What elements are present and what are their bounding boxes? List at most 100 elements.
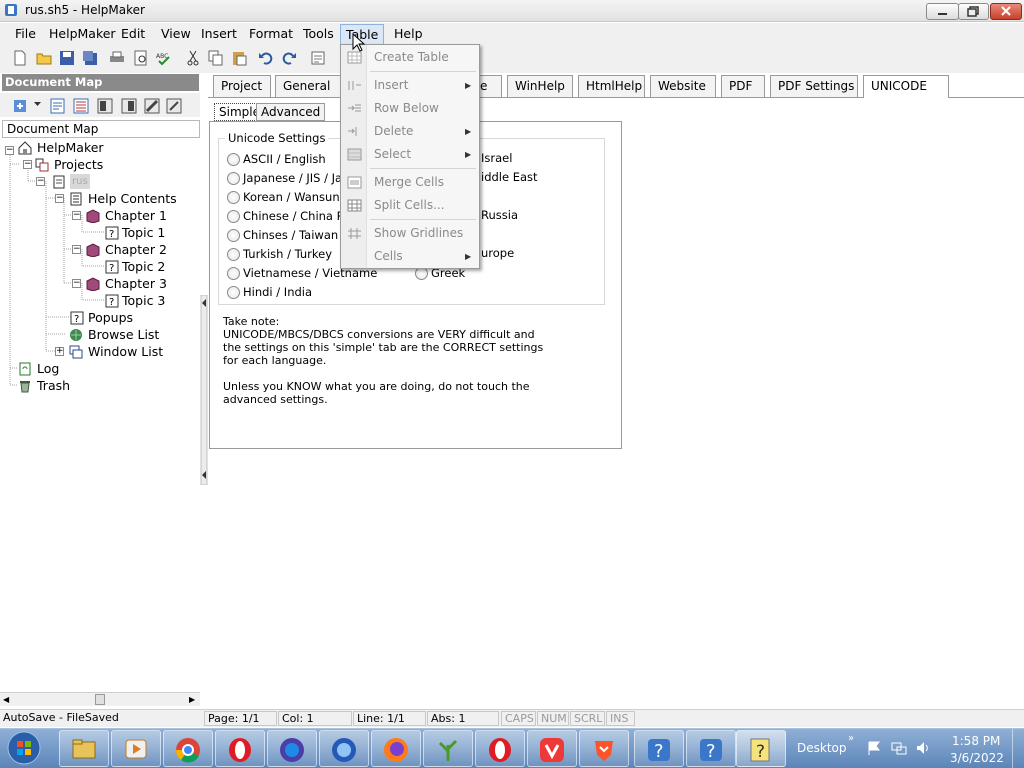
- opera-gx-icon[interactable]: [475, 730, 525, 767]
- option-israel-label[interactable]: Israel: [481, 151, 512, 165]
- clock-date[interactable]: 3/6/2022: [950, 751, 1004, 765]
- save-icon[interactable]: [59, 50, 75, 66]
- tree-item-helpmaker[interactable]: HelpMaker: [37, 139, 104, 156]
- helpmaker-task-icon[interactable]: ?: [736, 730, 786, 767]
- page-icon[interactable]: [97, 98, 113, 114]
- maximize-button[interactable]: [958, 3, 989, 20]
- option-middle-east-label[interactable]: iddle East: [481, 170, 538, 184]
- collapse-chapter2-toggle[interactable]: −: [72, 245, 81, 254]
- new-document-icon[interactable]: [12, 50, 28, 66]
- menu-tools[interactable]: Tools: [303, 26, 334, 44]
- tree-item-topic-1[interactable]: Topic 1: [122, 224, 165, 241]
- help-viewer-2-icon[interactable]: ?: [686, 730, 736, 767]
- panel-splitter[interactable]: [200, 295, 208, 485]
- menu-show-gridlines[interactable]: Show Gridlines: [374, 224, 463, 242]
- print-preview-icon[interactable]: [133, 50, 149, 66]
- redo-icon[interactable]: [281, 50, 297, 66]
- tree-item-help-contents[interactable]: Help Contents: [88, 190, 177, 207]
- tree-item-topic-2[interactable]: Topic 2: [122, 258, 165, 275]
- menu-merge-cells[interactable]: Merge Cells: [374, 173, 444, 191]
- option-europe-label[interactable]: urope: [481, 246, 514, 260]
- tree-item-projects[interactable]: Projects: [54, 156, 103, 173]
- firefox-developer-icon[interactable]: [319, 730, 369, 767]
- tree-item-window-list[interactable]: Window List: [88, 343, 163, 360]
- open-folder-icon[interactable]: [36, 50, 52, 66]
- close-button[interactable]: [990, 3, 1022, 20]
- menu-helpmaker[interactable]: HelpMaker: [49, 26, 116, 44]
- menu-format[interactable]: Format: [249, 26, 293, 44]
- firefox-icon[interactable]: [371, 730, 421, 767]
- scroll-right-icon[interactable]: ▶: [189, 695, 195, 704]
- copy-icon[interactable]: [208, 50, 224, 66]
- collapse-rus-toggle[interactable]: −: [36, 177, 45, 186]
- insert-field-icon[interactable]: [310, 50, 326, 66]
- tree-item-rus[interactable]: rus: [70, 174, 90, 189]
- menu-select[interactable]: Select: [374, 145, 411, 163]
- scroll-left-icon[interactable]: ◀: [3, 695, 9, 704]
- radio-korean[interactable]: Korean / Wansung: [227, 189, 347, 205]
- menu-split-cells[interactable]: Split Cells...: [374, 196, 445, 214]
- tray-expand-icon[interactable]: »: [848, 733, 854, 744]
- vivaldi-icon[interactable]: [527, 730, 577, 767]
- firefox-nightly-icon[interactable]: [267, 730, 317, 767]
- cut-icon[interactable]: [185, 50, 201, 66]
- tree-item-chapter-1[interactable]: Chapter 1: [105, 207, 167, 224]
- menu-cells[interactable]: Cells: [374, 247, 403, 265]
- tree-item-chapter-2[interactable]: Chapter 2: [105, 241, 167, 258]
- spellcheck-icon[interactable]: ABC: [156, 50, 172, 66]
- help-viewer-icon[interactable]: ?: [634, 730, 684, 767]
- radio-turkish[interactable]: Turkish / Turkey: [227, 246, 332, 262]
- network-icon[interactable]: [891, 740, 907, 756]
- chevron-down-icon[interactable]: [34, 102, 41, 107]
- desktop-toolbar-label[interactable]: Desktop: [797, 741, 847, 755]
- plant-app-icon[interactable]: [423, 730, 473, 767]
- menu-insert[interactable]: Insert: [201, 26, 237, 44]
- collapse-helpmaker-toggle[interactable]: −: [5, 146, 14, 155]
- page-move-icon[interactable]: [144, 98, 160, 114]
- start-button[interactable]: [4, 730, 44, 767]
- menu-row-below[interactable]: Row Below: [374, 99, 439, 117]
- radio-chinese-taiwan[interactable]: Chinses / Taiwan: [227, 227, 338, 243]
- collapse-chapter1-toggle[interactable]: −: [72, 211, 81, 220]
- tree-item-log[interactable]: Log: [37, 360, 59, 377]
- helpmaker-app-icon[interactable]: [4, 3, 18, 17]
- chrome-icon[interactable]: [163, 730, 213, 767]
- undo-icon[interactable]: [258, 50, 274, 66]
- tree-item-trash[interactable]: Trash: [37, 377, 70, 394]
- tab-project[interactable]: Project: [213, 75, 271, 97]
- tab-general[interactable]: General: [275, 75, 341, 97]
- menu-view[interactable]: View: [161, 26, 191, 44]
- add-topic-icon[interactable]: [12, 98, 28, 114]
- menu-edit[interactable]: Edit: [121, 26, 145, 44]
- menu-file[interactable]: File: [15, 26, 36, 44]
- brave-icon[interactable]: [579, 730, 629, 767]
- tab-htmlhelp[interactable]: HtmlHelp: [578, 75, 645, 97]
- tab-website[interactable]: Website: [650, 75, 716, 97]
- subtab-advanced[interactable]: Advanced: [256, 103, 326, 121]
- tab-winhelp[interactable]: WinHelp: [507, 75, 573, 97]
- page-edit-icon[interactable]: [166, 98, 182, 114]
- collapse-chapter3-toggle[interactable]: −: [72, 279, 81, 288]
- expand-window-list-toggle[interactable]: +: [55, 347, 64, 356]
- tree-item-topic-3[interactable]: Topic 3: [122, 292, 165, 309]
- collapse-projects-toggle[interactable]: −: [23, 160, 32, 169]
- opera-icon[interactable]: [215, 730, 265, 767]
- save-all-icon[interactable]: [82, 50, 98, 66]
- tab-pdf-settings[interactable]: PDF Settings: [770, 75, 858, 97]
- show-desktop-button[interactable]: [1012, 729, 1024, 768]
- radio-japanese[interactable]: Japanese / JIS / Jap: [227, 170, 349, 186]
- tree-item-chapter-3[interactable]: Chapter 3: [105, 275, 167, 292]
- scroll-thumb[interactable]: [95, 694, 105, 705]
- collapse-help-contents-toggle[interactable]: −: [55, 194, 64, 203]
- minimize-button[interactable]: [926, 3, 959, 20]
- tree-item-popups[interactable]: Popups: [88, 309, 133, 326]
- media-player-icon[interactable]: [111, 730, 161, 767]
- menu-create-table[interactable]: Create Table: [374, 48, 449, 66]
- edit-topic-icon[interactable]: [50, 98, 66, 114]
- document-map-scrollbar[interactable]: ◀ ▶: [0, 692, 200, 706]
- radio-hindi[interactable]: Hindi / India: [227, 284, 312, 300]
- file-explorer-icon[interactable]: [59, 730, 109, 767]
- menu-help[interactable]: Help: [394, 26, 423, 44]
- menu-insert[interactable]: Insert: [374, 76, 408, 94]
- print-icon[interactable]: [109, 50, 125, 66]
